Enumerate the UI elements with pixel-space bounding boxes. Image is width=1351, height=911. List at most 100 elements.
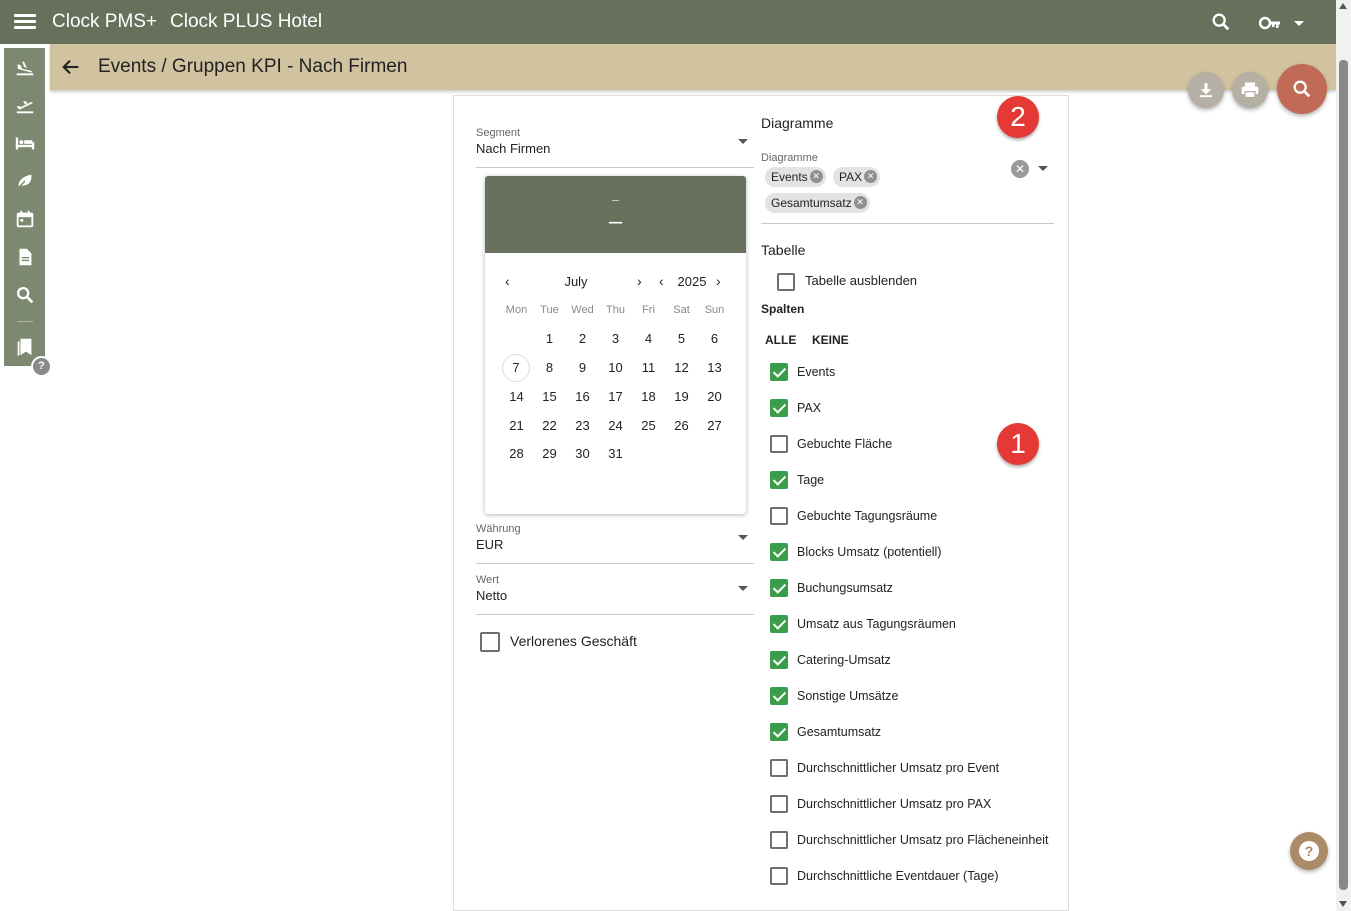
next-month-icon[interactable]: › <box>637 273 642 289</box>
column-checkbox[interactable] <box>770 795 788 813</box>
select-all-button[interactable]: ALLE <box>765 333 796 347</box>
column-checkbox[interactable] <box>770 687 788 705</box>
calendar-day[interactable]: 20 <box>698 384 731 410</box>
calendar-day[interactable]: 25 <box>632 413 665 439</box>
calendar-year[interactable]: 2025 <box>669 274 715 289</box>
calendar-day[interactable]: 5 <box>665 326 698 352</box>
hotel-name[interactable]: Clock PLUS Hotel <box>170 11 322 33</box>
calendar-icon[interactable] <box>14 208 36 230</box>
leaf-icon[interactable] <box>14 170 36 192</box>
column-checkbox[interactable] <box>770 651 788 669</box>
column-label: Durchschnittlicher Umsatz pro Event <box>797 761 1000 775</box>
column-checkbox[interactable] <box>770 615 788 633</box>
date-picker-year-display[interactable]: – <box>485 192 746 207</box>
calendar-day[interactable]: 7 <box>502 354 530 382</box>
chip-events[interactable]: Events ✕ <box>765 167 826 187</box>
calendar-day[interactable]: 2 <box>566 326 599 352</box>
calendar-day[interactable]: 8 <box>533 355 566 381</box>
calendar-day[interactable]: 17 <box>599 384 632 410</box>
calendar-day[interactable]: 31 <box>599 441 632 467</box>
scroll-down-arrow-icon[interactable] <box>1339 901 1347 907</box>
calendar-day[interactable]: 18 <box>632 384 665 410</box>
calendar-day[interactable]: 9 <box>566 355 599 381</box>
calendar-day[interactable]: 26 <box>665 413 698 439</box>
calendar-day[interactable]: 30 <box>566 441 599 467</box>
column-checkbox[interactable] <box>770 831 788 849</box>
column-checkbox[interactable] <box>770 543 788 561</box>
lost-business-checkbox[interactable] <box>480 632 500 652</box>
scroll-up-arrow-icon[interactable] <box>1339 3 1347 9</box>
search-icon[interactable] <box>1210 11 1232 33</box>
calendar-day[interactable]: 13 <box>698 355 731 381</box>
calendar-day[interactable]: 29 <box>533 441 566 467</box>
bed-icon[interactable] <box>14 132 36 154</box>
calendar-day[interactable]: 23 <box>566 413 599 439</box>
column-checkbox[interactable] <box>770 579 788 597</box>
chevron-down-icon[interactable] <box>738 535 748 540</box>
hamburger-menu-icon[interactable] <box>14 11 36 33</box>
app-name[interactable]: Clock PMS+ <box>52 11 157 33</box>
help-button[interactable]: ? <box>1290 832 1328 870</box>
select-none-button[interactable]: KEINE <box>812 333 849 347</box>
date-picker-date-display[interactable]: – <box>485 208 746 236</box>
key-icon[interactable] <box>1258 12 1305 34</box>
calendar-day[interactable]: 24 <box>599 413 632 439</box>
calendar-day[interactable]: 12 <box>665 355 698 381</box>
chip-remove-icon[interactable]: ✕ <box>809 170 823 183</box>
calendar-month[interactable]: July <box>555 274 597 289</box>
calendar-day[interactable]: 14 <box>500 384 533 410</box>
chevron-down-icon[interactable] <box>738 586 748 591</box>
diagrams-multiselect[interactable]: Diagramme Events ✕ PAX ✕ Gesamtumsatz ✕ ✕ <box>761 152 1054 224</box>
departure-icon[interactable] <box>14 94 36 116</box>
calendar-day[interactable]: 1 <box>533 326 566 352</box>
arrival-icon[interactable] <box>14 56 36 78</box>
column-checkbox[interactable] <box>770 723 788 741</box>
bookmarks-icon[interactable] <box>14 336 36 358</box>
prev-month-icon[interactable]: ‹ <box>505 273 510 289</box>
calendar-day[interactable]: 19 <box>665 384 698 410</box>
hide-table-checkbox[interactable] <box>777 273 795 291</box>
calendar-day[interactable]: 6 <box>698 326 731 352</box>
document-icon[interactable] <box>14 246 36 268</box>
column-checkbox[interactable] <box>770 867 788 885</box>
column-checkbox[interactable] <box>770 471 788 489</box>
calendar-day[interactable]: 11 <box>632 355 665 381</box>
currency-select[interactable]: Währung EUR <box>476 523 754 564</box>
calendar-day[interactable]: 22 <box>533 413 566 439</box>
value-select[interactable]: Wert Netto <box>476 574 754 615</box>
print-button[interactable] <box>1232 72 1268 108</box>
calendar-day[interactable]: 27 <box>698 413 731 439</box>
calendar-day[interactable]: 21 <box>500 413 533 439</box>
calendar-day[interactable]: 16 <box>566 384 599 410</box>
calendar-day[interactable]: 15 <box>533 384 566 410</box>
download-button[interactable] <box>1188 72 1224 108</box>
column-checkbox[interactable] <box>770 435 788 453</box>
scrollbar-thumb[interactable] <box>1339 60 1348 890</box>
date-picker: – – ‹ July › ‹ 2025 › Mon Tue Wed Thu Fri Sat… <box>485 176 746 514</box>
calendar-day[interactable]: 4 <box>632 326 665 352</box>
chevron-down-icon[interactable] <box>738 139 748 144</box>
segment-value: Nach Firmen <box>476 141 551 156</box>
search-button[interactable] <box>1277 64 1327 114</box>
segment-select[interactable]: Segment Nach Firmen <box>476 127 754 168</box>
prev-year-icon[interactable]: ‹ <box>659 273 664 289</box>
column-checkbox[interactable] <box>770 399 788 417</box>
next-year-icon[interactable]: › <box>716 273 721 289</box>
calendar-day[interactable]: 10 <box>599 355 632 381</box>
back-arrow-icon[interactable] <box>60 56 82 78</box>
search-rail-icon[interactable] <box>14 284 36 306</box>
clear-icon[interactable]: ✕ <box>1011 160 1029 178</box>
chip-gesamtumsatz[interactable]: Gesamtumsatz ✕ <box>765 193 870 213</box>
weekday-label: Sat <box>673 304 690 316</box>
chip-label: Gesamtumsatz <box>771 196 852 210</box>
chip-remove-icon[interactable]: ✕ <box>864 170 878 183</box>
chip-remove-icon[interactable]: ✕ <box>853 196 867 209</box>
rail-help-icon[interactable]: ? <box>31 356 52 377</box>
calendar-day[interactable]: 3 <box>599 326 632 352</box>
chevron-down-icon[interactable] <box>1038 166 1048 171</box>
column-checkbox[interactable] <box>770 363 788 381</box>
column-checkbox[interactable] <box>770 759 788 777</box>
chip-pax[interactable]: PAX ✕ <box>833 167 881 187</box>
calendar-day[interactable]: 28 <box>500 441 533 467</box>
column-checkbox[interactable] <box>770 507 788 525</box>
